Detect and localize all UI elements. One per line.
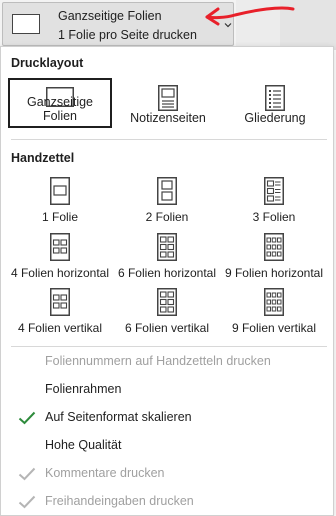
handout-9-vertical[interactable]: 9 Folien vertikal (219, 286, 329, 338)
outline-icon (265, 85, 285, 111)
dropdown-title: Ganzseitige Folien (58, 9, 162, 23)
checkmark-icon (18, 467, 36, 481)
notes-page-icon (158, 85, 178, 111)
layout-notes-pages[interactable]: Notizenseiten (116, 78, 220, 128)
option-print-comments[interactable]: Kommentare drucken (1, 460, 333, 488)
layout-item-label: Notizenseiten (130, 111, 206, 125)
handout-4v-icon (50, 288, 70, 316)
handout-3-icon (264, 177, 284, 205)
option-label: Kommentare drucken (45, 466, 165, 480)
separator (11, 139, 327, 140)
handout-label: 9 Folien horizontal (224, 266, 324, 280)
option-print-ink[interactable]: Freihandeingaben drucken (1, 488, 333, 516)
handout-3-slides[interactable]: 3 Folien (219, 175, 329, 227)
handout-4h-icon (50, 233, 70, 261)
handout-6-horizontal[interactable]: 6 Folien horizontal (112, 231, 222, 283)
option-label: Foliennummern auf Handzetteln drucken (45, 354, 271, 368)
handout-1-slide[interactable]: 1 Folie (5, 175, 115, 227)
option-label: Auf Seitenformat skalieren (45, 410, 192, 424)
handout-6h-icon (157, 233, 177, 261)
handout-9-horizontal[interactable]: 9 Folien horizontal (219, 231, 329, 283)
layout-item-label: Ganzseitige Folien (26, 95, 93, 123)
section-title-print-layout: Drucklayout (11, 56, 84, 70)
dropdown-subtitle: 1 Folie pro Seite drucken (58, 28, 197, 42)
handout-6v-icon (157, 288, 177, 316)
handout-1-icon (50, 177, 70, 205)
option-label: Hohe Qualität (45, 438, 122, 452)
handout-9v-icon (264, 288, 284, 316)
layout-outline[interactable]: Gliederung (223, 78, 327, 128)
full-slide-icon (12, 14, 40, 34)
print-layout-menu: Drucklayout Ganzseitige Folien Notizense… (0, 46, 334, 516)
option-label: Folienrahmen (45, 382, 122, 396)
option-high-quality[interactable]: Hohe Qualität (1, 432, 333, 460)
option-print-slide-numbers[interactable]: Foliennummern auf Handzetteln drucken (1, 348, 333, 376)
handout-label: 9 Folien vertikal (231, 321, 317, 335)
handout-2-icon (157, 177, 177, 205)
handout-4-horizontal[interactable]: 4 Folien horizontal (5, 231, 115, 283)
separator (11, 346, 327, 347)
handout-9h-icon (264, 233, 284, 261)
handout-6-vertical[interactable]: 6 Folien vertikal (112, 286, 222, 338)
layout-item-label: Gliederung (244, 111, 306, 125)
checkmark-icon (18, 411, 36, 425)
handout-4-vertical[interactable]: 4 Folien vertikal (5, 286, 115, 338)
checkmark-icon (18, 495, 36, 509)
option-label: Freihandeingaben drucken (45, 494, 194, 508)
layout-full-slides[interactable]: Ganzseitige Folien (8, 78, 112, 128)
red-arrow-annotation (205, 6, 295, 26)
section-title-handouts: Handzettel (11, 151, 75, 165)
option-scale-to-fit[interactable]: Auf Seitenformat skalieren (1, 404, 333, 432)
handout-2-slides[interactable]: 2 Folien (112, 175, 222, 227)
handout-label: 3 Folien (252, 210, 296, 224)
option-frame-slides[interactable]: Folienrahmen (1, 376, 333, 404)
